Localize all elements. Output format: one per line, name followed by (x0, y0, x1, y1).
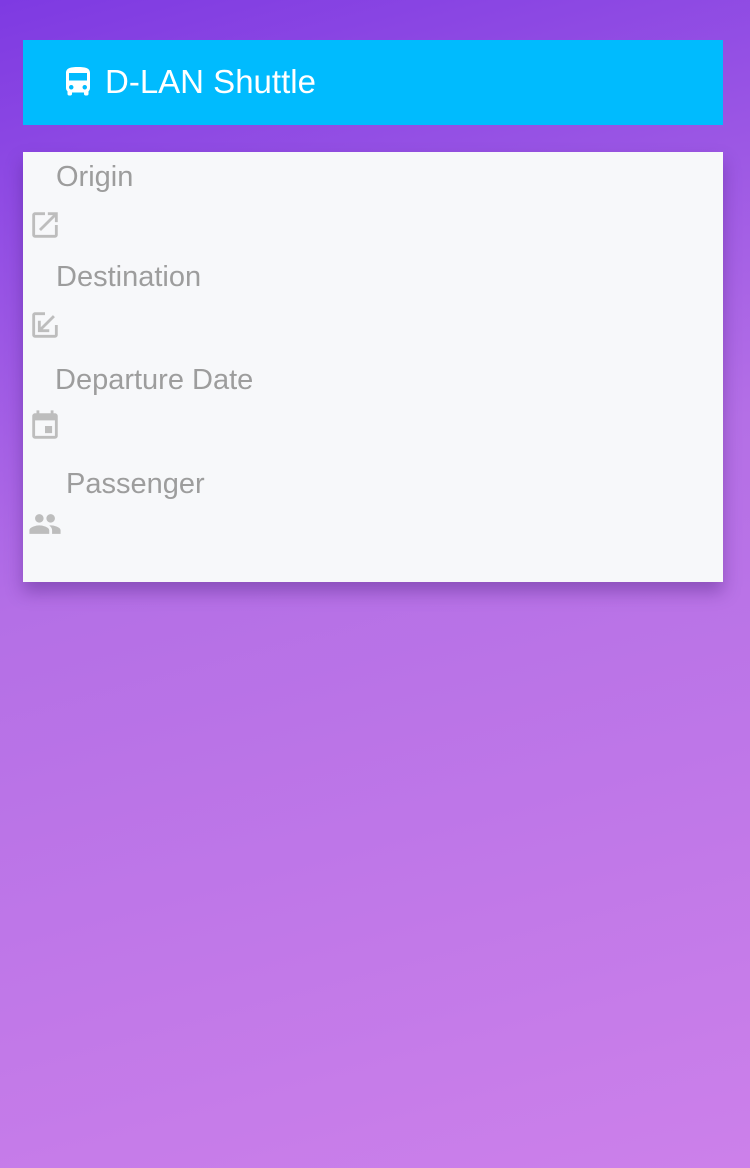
destination-label: Destination (56, 261, 202, 293)
call-received-icon (32, 312, 58, 338)
app-title: D-LAN Shuttle (105, 63, 316, 100)
calendar-icon (32, 410, 58, 439)
departure-date-field[interactable]: Departure Date (23, 363, 723, 455)
passenger-label: Passenger (66, 468, 205, 500)
passenger-field[interactable]: Passenger (23, 467, 723, 559)
destination-field[interactable]: Destination (23, 260, 723, 352)
open-in-new-icon (32, 212, 58, 238)
bus-icon (66, 67, 90, 96)
origin-field[interactable]: Origin (23, 160, 723, 252)
shuttle-search-form: Origin Destination Departure Date Passen… (23, 152, 723, 582)
app-header: D-LAN Shuttle (23, 40, 723, 125)
departure-date-label: Departure Date (55, 364, 254, 396)
people-icon (29, 514, 61, 534)
origin-label: Origin (56, 161, 134, 193)
